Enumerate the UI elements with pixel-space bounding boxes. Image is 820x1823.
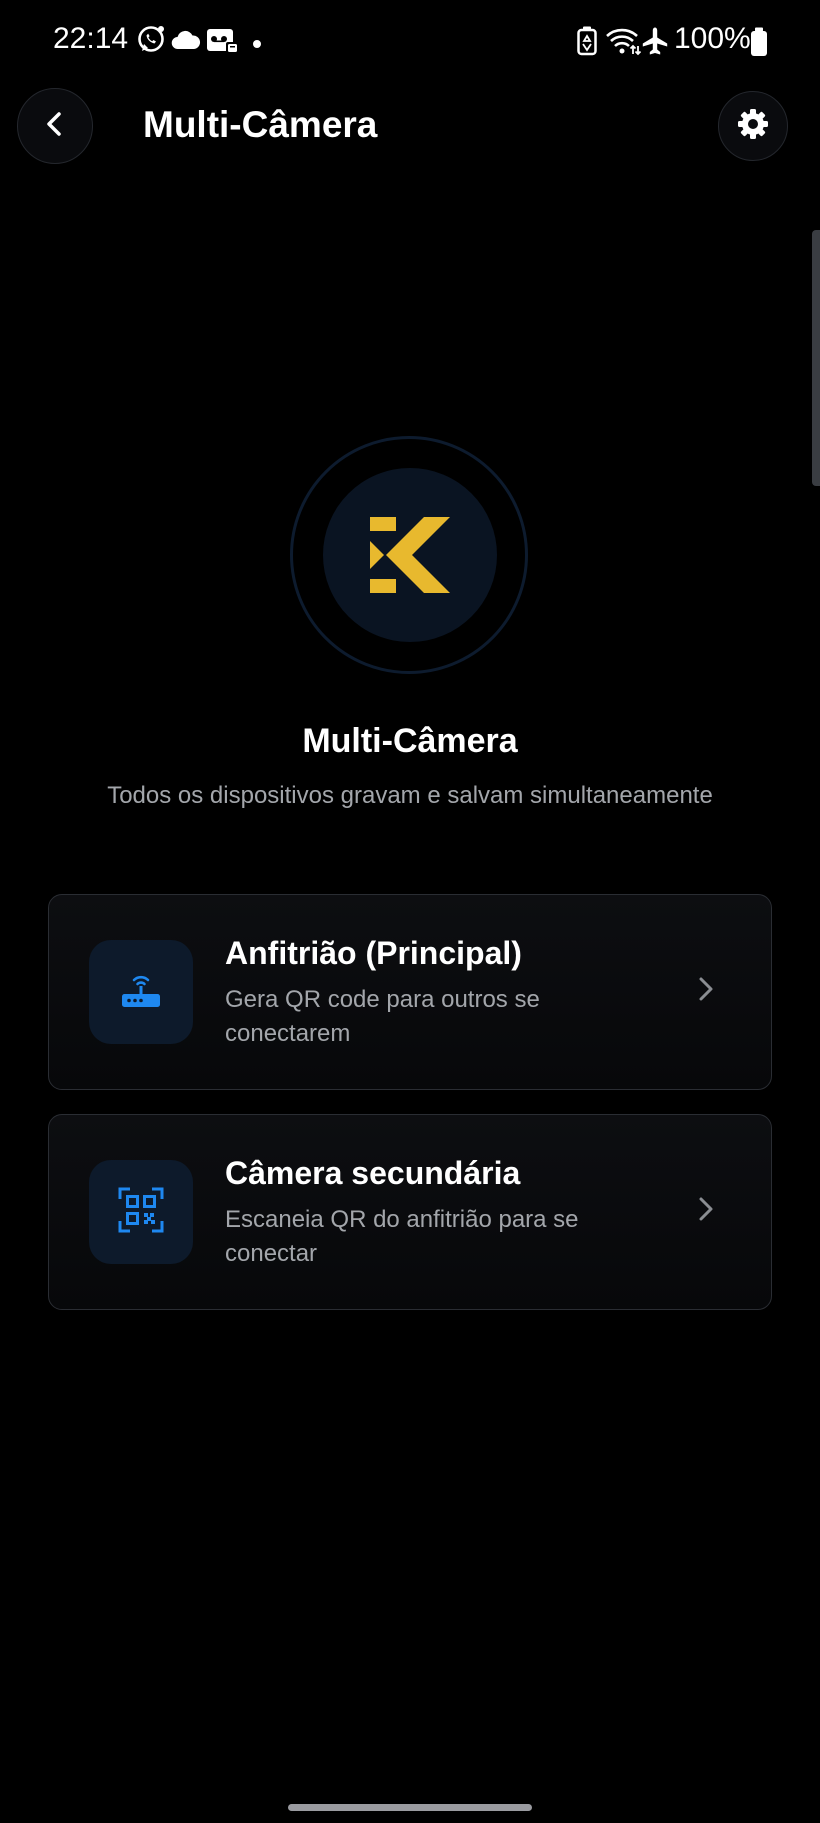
battery-icon <box>750 27 768 62</box>
host-option-card[interactable]: Anfitrião (Principal) Gera QR code para … <box>48 894 772 1090</box>
host-icon-box <box>89 940 193 1044</box>
chevron-right-icon <box>697 1195 715 1228</box>
hero-subtitle: Todos os dispositivos gravam e salvam si… <box>107 782 713 809</box>
page-title: Multi-Câmera <box>143 104 378 145</box>
whatsapp-icon <box>136 24 166 61</box>
status-bar: 22:14 100% <box>0 0 820 80</box>
chevron-right-icon <box>697 975 715 1008</box>
settings-button[interactable] <box>718 91 788 161</box>
status-time: 22:14 <box>53 22 129 55</box>
airplane-icon <box>640 26 670 61</box>
cloud-icon <box>171 30 201 55</box>
host-option-description: Gera QR code para outros se conectarem <box>225 986 540 1047</box>
chevron-left-icon <box>44 111 66 142</box>
gear-icon <box>737 108 769 145</box>
app-logo <box>323 468 497 642</box>
router-icon <box>119 968 163 1017</box>
secondary-option-description: Escaneia QR do anfitrião para se conecta… <box>225 1206 579 1267</box>
back-button[interactable] <box>17 88 93 164</box>
voicemail-icon <box>206 28 240 59</box>
home-indicator[interactable] <box>288 1804 532 1811</box>
hero-title: Multi-Câmera <box>302 722 518 760</box>
secondary-icon-box <box>89 1160 193 1264</box>
dot-icon <box>252 36 262 54</box>
scrollbar-thumb[interactable] <box>812 230 820 486</box>
secondary-option-title: Câmera secundária <box>225 1155 521 1191</box>
secondary-camera-option-card[interactable]: Câmera secundária Escaneia QR do anfitri… <box>48 1114 772 1310</box>
battery-percentage: 100% <box>674 22 751 55</box>
host-option-title: Anfitrião (Principal) <box>225 935 522 971</box>
qr-scan-icon <box>118 1187 164 1238</box>
battery-saver-icon <box>577 26 597 61</box>
wifi-icon <box>605 26 642 61</box>
